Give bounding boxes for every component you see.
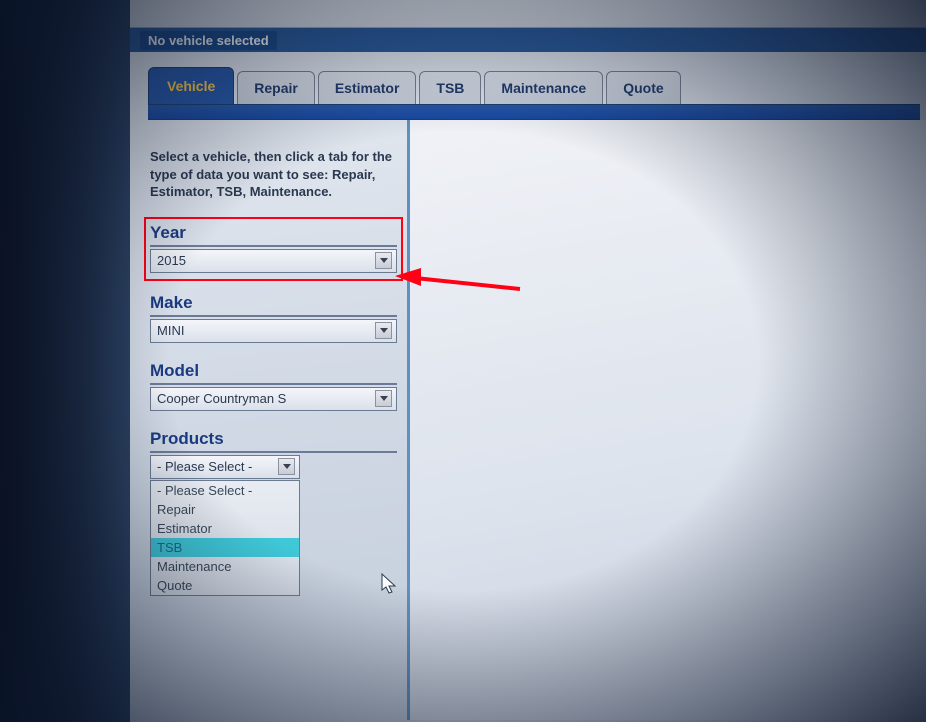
products-option-placeholder[interactable]: - Please Select - xyxy=(151,481,299,500)
field-group-year: Year 2015 xyxy=(150,223,397,273)
chevron-down-icon xyxy=(375,390,392,407)
year-value: 2015 xyxy=(157,253,186,268)
make-label: Make xyxy=(150,293,397,317)
products-value: - Please Select - xyxy=(157,459,252,474)
tab-maintenance[interactable]: Maintenance xyxy=(484,71,603,104)
field-group-make: Make MINI xyxy=(150,293,397,343)
make-value: MINI xyxy=(157,323,184,338)
app-window: No vehicle selected Vehicle Repair Estim… xyxy=(130,0,926,722)
products-option-maintenance[interactable]: Maintenance xyxy=(151,557,299,576)
tab-area: Vehicle Repair Estimator TSB Maintenance… xyxy=(130,52,926,120)
tab-quote[interactable]: Quote xyxy=(606,71,680,104)
products-label: Products xyxy=(150,429,397,453)
content-area: Select a vehicle, then click a tab for t… xyxy=(130,120,926,720)
toolbar-top xyxy=(130,0,926,28)
year-highlight-box: Year 2015 xyxy=(144,217,403,281)
field-group-model: Model Cooper Countryman S xyxy=(150,361,397,411)
status-bar: No vehicle selected xyxy=(130,28,926,52)
tabs-container: Vehicle Repair Estimator TSB Maintenance… xyxy=(148,70,926,104)
chevron-down-icon xyxy=(278,458,295,475)
status-text: No vehicle selected xyxy=(140,31,277,50)
tab-vehicle[interactable]: Vehicle xyxy=(148,67,234,104)
model-value: Cooper Countryman S xyxy=(157,391,286,406)
year-dropdown[interactable]: 2015 xyxy=(150,249,397,273)
model-dropdown[interactable]: Cooper Countryman S xyxy=(150,387,397,411)
tab-underline-band xyxy=(148,104,920,120)
instructions-text: Select a vehicle, then click a tab for t… xyxy=(150,148,397,201)
products-option-repair[interactable]: Repair xyxy=(151,500,299,519)
products-option-estimator[interactable]: Estimator xyxy=(151,519,299,538)
products-option-tsb[interactable]: TSB xyxy=(151,538,299,557)
chevron-down-icon xyxy=(375,322,392,339)
photo-frame-left xyxy=(0,0,130,722)
make-dropdown[interactable]: MINI xyxy=(150,319,397,343)
products-dropdown[interactable]: - Please Select - xyxy=(150,455,300,479)
year-label: Year xyxy=(150,223,397,247)
model-label: Model xyxy=(150,361,397,385)
products-option-quote[interactable]: Quote xyxy=(151,576,299,595)
tab-repair[interactable]: Repair xyxy=(237,71,315,104)
field-group-products: Products - Please Select - - Please Sele… xyxy=(150,429,397,596)
left-panel: Select a vehicle, then click a tab for t… xyxy=(130,120,410,720)
tab-tsb[interactable]: TSB xyxy=(419,71,481,104)
tab-estimator[interactable]: Estimator xyxy=(318,71,417,104)
products-dropdown-list[interactable]: - Please Select - Repair Estimator TSB M… xyxy=(150,480,300,596)
right-panel xyxy=(410,120,926,720)
chevron-down-icon xyxy=(375,252,392,269)
